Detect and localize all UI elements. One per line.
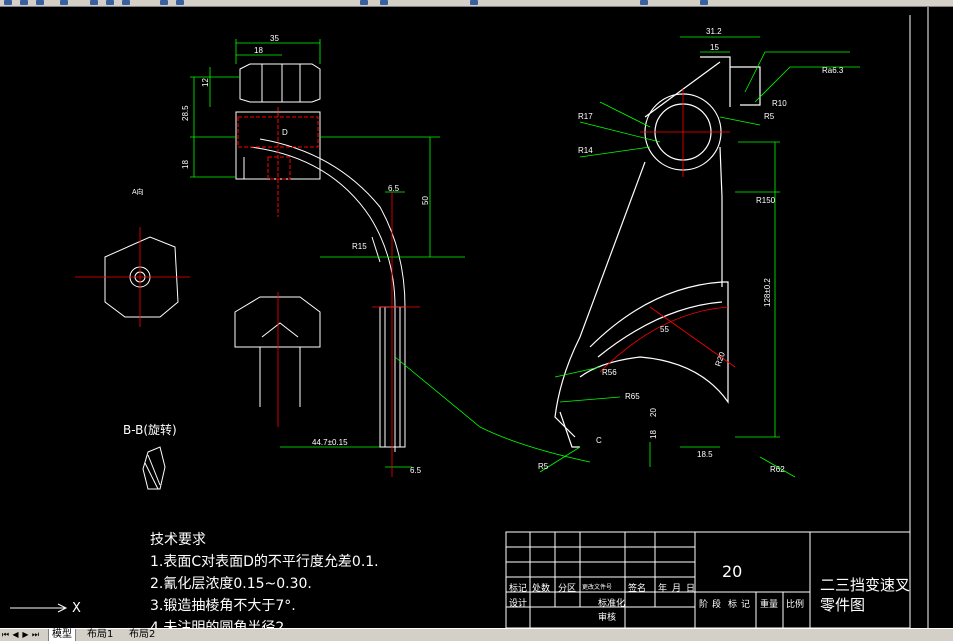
- tb-cell-year: 年: [658, 584, 668, 594]
- next-tab-icon[interactable]: ▶: [21, 630, 30, 639]
- standard-toolbar: [0, 0, 953, 7]
- print-icon[interactable]: [60, 0, 68, 5]
- tb-cell-review: 审核: [598, 613, 617, 623]
- dim-r5: R5: [764, 112, 775, 121]
- dimensions-top: [190, 39, 465, 468]
- dim-18: 18: [254, 46, 263, 55]
- dim-r17: R17: [578, 112, 593, 121]
- dim-20: 20: [649, 408, 658, 417]
- layer-icon[interactable]: [640, 0, 648, 5]
- tb-cell-design: 设计: [509, 599, 528, 609]
- copy-icon[interactable]: [106, 0, 114, 5]
- tab-layout1[interactable]: 布局1: [84, 629, 117, 641]
- title-block-part-name: 二三挡变速叉 零件图: [820, 575, 910, 615]
- part-name-line2: 零件图: [820, 596, 866, 614]
- label-c: C: [596, 436, 602, 445]
- tb-cell-month: 月: [672, 584, 682, 594]
- tech-req-title: 技术要求: [150, 532, 206, 548]
- dim-35: 35: [270, 34, 279, 43]
- drawing-frame: [909, 7, 929, 628]
- tb-cell-mark3: 记: [741, 600, 751, 610]
- tb-cell-change: 更改文件号: [582, 584, 613, 591]
- new-icon[interactable]: [4, 0, 12, 5]
- dim-r56: R56: [602, 368, 617, 377]
- tb-cell-zone: 分区: [558, 584, 577, 594]
- properties-icon[interactable]: [470, 0, 478, 5]
- dim-text-main: 31.2 15 R10 R5 R17 R14 R150 128±0.2 Ra6.…: [538, 27, 844, 474]
- tech-req-1: 1.表面C对表面D的不平行度允差0.1.: [150, 554, 379, 570]
- a-view-centerlines: [75, 227, 190, 327]
- cad-drawing: 35 18 12 28.5 18 50 R15 6.5 44.7±0.15 6.…: [10, 7, 929, 628]
- label-d: D: [282, 128, 288, 137]
- section-view: [234, 296, 406, 448]
- tb-cell-mark2: 标: [728, 600, 738, 610]
- ucs-x-label: X: [72, 601, 81, 616]
- tb-cell-mark: 标记: [509, 584, 528, 594]
- tech-req-2: 2.氰化层浓度0.15~0.30.: [150, 576, 312, 592]
- open-icon[interactable]: [20, 0, 28, 5]
- dim-text-top: 35 18 12 28.5 18 50 R15 6.5 44.7±0.15 6.…: [181, 34, 430, 475]
- dim-r65: R65: [625, 392, 640, 401]
- save-icon[interactable]: [36, 0, 44, 5]
- tab-model[interactable]: 模型: [48, 629, 76, 641]
- dim-18b: 18: [181, 160, 190, 169]
- dim-128: 128±0.2: [763, 278, 772, 307]
- tb-cell-scale: 比例: [786, 600, 805, 610]
- dim-55: 55: [660, 325, 669, 334]
- tb-cell-count: 处数: [532, 584, 551, 594]
- dim-r10: R10: [772, 99, 787, 108]
- dim-18-5: 18.5: [697, 450, 713, 459]
- dim-ra6-3: Ra6.3: [822, 66, 844, 75]
- a-view-label: A向: [132, 187, 144, 196]
- layout-tab-bar: ⏮ ◀ ▶ ⏭ 模型 布局1 布局2: [0, 628, 953, 641]
- tb-cell-day: 日: [686, 584, 696, 594]
- dim-18c: 18: [649, 430, 658, 439]
- pan-icon[interactable]: [360, 0, 368, 5]
- dim-12: 12: [201, 78, 210, 87]
- section-centerlines: [277, 192, 420, 477]
- dim-6-5: 6.5: [388, 184, 400, 193]
- last-tab-icon[interactable]: ⏭: [31, 630, 40, 639]
- part-name-line1: 二三挡变速叉: [820, 576, 911, 594]
- section-bb-label: B-B(旋转): [123, 423, 177, 437]
- tech-requirements: 技术要求 1.表面C对表面D的不平行度允差0.1. 2.氰化层浓度0.15~0.…: [150, 529, 379, 639]
- dim-31-2: 31.2: [706, 27, 722, 36]
- undo-icon[interactable]: [160, 0, 168, 5]
- tech-req-3: 3.锻造抽棱角不大于7°.: [150, 598, 296, 614]
- tb-cell-stage2: 段: [712, 600, 722, 610]
- dim-r62: R62: [770, 465, 785, 474]
- color-icon[interactable]: [700, 0, 708, 5]
- dim-44-7: 44.7±0.15: [312, 438, 348, 447]
- redo-icon[interactable]: [176, 0, 184, 5]
- dim-15: 15: [710, 43, 719, 52]
- prev-tab-icon[interactable]: ◀: [11, 630, 20, 639]
- dim-r150: R150: [756, 196, 776, 205]
- title-block-number: 20: [722, 562, 743, 581]
- zoom-icon[interactable]: [380, 0, 388, 5]
- paste-icon[interactable]: [122, 0, 130, 5]
- drawing-canvas[interactable]: 35 18 12 28.5 18 50 R15 6.5 44.7±0.15 6.…: [0, 7, 953, 636]
- tb-cell-weight: 重量: [760, 600, 779, 610]
- tab-layout2[interactable]: 布局2: [126, 629, 159, 641]
- dim-r14: R14: [578, 146, 593, 155]
- ucs-icon: [10, 603, 68, 613]
- dim-6-5b: 6.5: [410, 466, 422, 475]
- dim-r15: R15: [352, 242, 367, 251]
- bb-section: [142, 446, 166, 490]
- dim-50: 50: [421, 196, 430, 205]
- tb-cell-standard: 标准化: [598, 599, 626, 609]
- dim-r5b: R5: [538, 462, 549, 471]
- cut-icon[interactable]: [90, 0, 98, 5]
- tb-cell-sign: 签名: [628, 584, 647, 594]
- tb-cell-stage: 阶: [699, 600, 709, 610]
- dim-28-5: 28.5: [181, 105, 190, 121]
- first-tab-icon[interactable]: ⏮: [1, 630, 10, 639]
